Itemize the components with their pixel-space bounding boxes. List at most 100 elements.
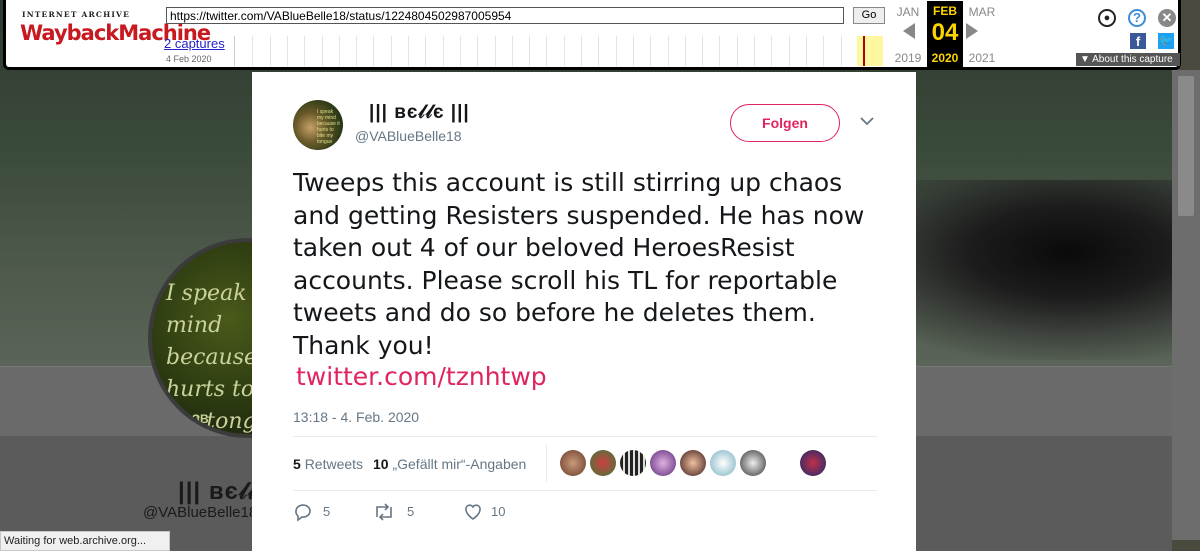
next-year[interactable]: 2021 [964,51,1000,65]
scrollbar-thumb[interactable] [1178,76,1194,216]
author-handle[interactable]: @VABlueBelle18 [355,128,462,144]
timeline-grid-line [286,36,288,66]
liker-avatar[interactable] [590,450,616,476]
browser-status-bar: Waiting for web.archive.org... [0,531,170,551]
retweet-action-count: 5 [407,504,415,519]
timeline-grid-line [356,36,358,66]
retweet-icon [376,503,392,521]
timeline-grid-line [563,36,565,66]
timeline-grid-line [321,36,323,66]
current-day: 04 [931,19,959,46]
divider [293,490,877,491]
next-month[interactable]: MAR [964,5,1000,19]
go-button[interactable]: Go [853,7,885,24]
author-avatar[interactable]: I speak my mind because it hurts to bite… [293,100,343,150]
follow-button[interactable]: Folgen [730,104,840,142]
profile-handle: @VABlueBelle18 [143,504,258,521]
author-avatar-quote-text: I speak my mind because it hurts to bite… [317,109,340,145]
timeline-grid-line [442,36,444,66]
timeline-grid-line [736,36,738,66]
timeline-grid-line [477,36,479,66]
page-scrollbar[interactable] [1172,70,1200,540]
liker-avatar[interactable] [800,450,826,476]
timeline-grid-line [373,36,375,66]
timeline-grid-line [788,36,790,66]
like-button[interactable]: 10 [463,500,513,524]
timeline-grid-line [511,36,513,66]
prev-year[interactable]: 2019 [890,51,926,65]
timeline-grid-line [459,36,461,66]
facebook-icon[interactable]: f [1130,33,1146,49]
about-capture-button[interactable]: ▼ About this capture [1076,53,1180,66]
liker-avatar[interactable] [740,450,766,476]
tweet-link[interactable]: twitter.com/tznhtwp [296,362,547,391]
timeline-grid-line [650,36,652,66]
likes-stat[interactable]: 10 „Gefällt mir“-Angaben [373,456,526,472]
timeline-grid-line [771,36,773,66]
timeline-grid-line [719,36,721,66]
retweet-button[interactable]: 5 [373,500,423,524]
timeline-grid-line [494,36,496,66]
timeline-grid-line [823,36,825,66]
chevron-down-icon[interactable] [860,116,874,126]
avatar-signature: OCB [182,412,209,426]
captures-link[interactable]: 2 captures [164,36,225,51]
liker-avatar[interactable] [680,450,706,476]
current-capture-date: FEB 04 2020 [927,1,963,67]
current-year: 2020 [931,51,959,65]
timeline-grid-line [598,36,600,66]
timeline-grid-line [581,36,582,66]
timeline-grid-line [252,36,254,66]
reply-button[interactable]: 5 [293,500,343,524]
url-input[interactable] [166,7,844,24]
like-action-count: 10 [491,504,506,519]
timeline-grid-line [425,36,427,66]
divider [546,444,547,482]
wayback-logo[interactable]: INTERNET ARCHIVE WaybackMachine [20,10,211,54]
logo-main-text: WaybackMachine [20,21,211,45]
timeline-grid-line [338,36,340,66]
tweet-card: I speak my mind because it hurts to bite… [252,72,916,551]
capture-timeline[interactable] [234,36,884,66]
timeline-grid-line [632,36,634,66]
timeline-grid-line [408,36,409,66]
next-capture-arrow-icon[interactable] [966,23,978,39]
retweets-stat[interactable]: 5 Retweets [293,456,363,472]
tweet-text: Tweeps this account is still stirring up… [293,168,865,360]
capture-date: 4 Feb 2020 [166,54,212,64]
prev-month[interactable]: JAN [890,5,926,19]
timeline-grid-line [390,36,392,66]
timeline-grid-line [615,36,617,66]
timeline-grid-line [684,36,686,66]
reply-icon [295,504,311,522]
timeline-grid-line [269,36,271,66]
tweet-timestamp[interactable]: 13:18 - 4. Feb. 2020 [293,409,419,425]
likes-label: „Gefällt mir“-Angaben [392,456,527,472]
help-icon[interactable]: ? [1128,9,1146,27]
retweets-label: Retweets [304,456,364,472]
twitter-icon[interactable]: 🐦 [1158,33,1174,49]
likes-count: 10 [373,456,389,472]
heart-icon [465,504,481,520]
reply-count: 5 [323,504,331,519]
timeline-grid-line [805,36,807,66]
liker-avatar[interactable] [620,450,646,476]
timeline-grid-line [304,36,306,66]
user-icon[interactable]: ● [1098,9,1116,27]
timeline-grid-line [529,36,531,66]
liker-avatar[interactable] [710,450,736,476]
timeline-grid-line [546,36,548,66]
prev-capture-arrow-icon[interactable] [903,23,915,39]
liker-avatar[interactable] [650,450,676,476]
close-icon[interactable]: ✕ [1158,9,1176,27]
timeline-grid-line [840,36,842,66]
timeline-grid-line [702,36,704,66]
liker-avatar[interactable] [560,450,586,476]
timeline-capture-mark[interactable] [863,36,865,66]
retweets-count: 5 [293,456,301,472]
timeline-grid-line [667,36,669,66]
timeline-current-highlight [857,36,883,66]
wayback-toolbar: INTERNET ARCHIVE WaybackMachine Go 2 cap… [3,0,1181,70]
logo-top-text: INTERNET ARCHIVE [21,10,130,19]
author-name[interactable]: ||| ʙє𝓁𝓁є ||| [369,102,470,124]
